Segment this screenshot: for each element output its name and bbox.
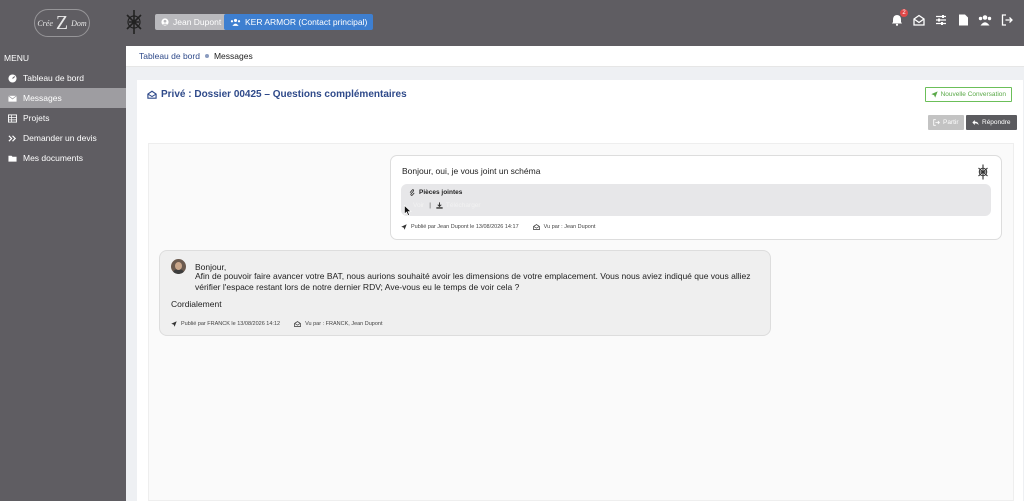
brand-logo[interactable]: Crée Z Dom [34, 9, 90, 37]
attachments-label: Pièces jointes [419, 189, 463, 196]
sidebar-item-label: Tableau de bord [23, 73, 84, 83]
conversation-title-text: Privé : Dossier 00425 – Questions complé… [161, 89, 407, 100]
double-chevron-icon [8, 134, 17, 142]
top-bar: Crée Z Dom Jean Dupont KER ARMOR (Contac… [0, 0, 1024, 46]
conversation-card: Privé : Dossier 00425 – Questions complé… [137, 80, 1023, 501]
seen-text: Vu par : Jean Dupont [543, 224, 596, 230]
settings-button[interactable] [934, 13, 948, 27]
published-info: Publié par FRANCK le 13/08/2026 14:12 [171, 321, 280, 327]
sidebar-item-messages[interactable]: Messages [0, 88, 126, 108]
user-circle-icon [161, 18, 169, 26]
reply-button[interactable]: Répondre [966, 115, 1017, 130]
users-icon [230, 18, 241, 26]
envelope-open-icon [913, 14, 925, 26]
user-button[interactable]: Jean Dupont [155, 14, 228, 30]
file-icon [958, 14, 968, 26]
folder-icon [8, 155, 17, 162]
published-text: Publié par Jean Dupont le 13/08/2026 14:… [411, 224, 519, 230]
sidebar-item-quote[interactable]: Demander un devis [0, 128, 126, 148]
header-actions: 2 [890, 9, 1014, 27]
logo-text-left: Crée [37, 18, 53, 28]
seen-info: Vu par : FRANCK, Jean Dupont [294, 321, 383, 327]
envelope-open-icon [294, 321, 301, 327]
new-conversation-label: Nouvelle Conversation [940, 91, 1006, 98]
message-signature: Cordialement [171, 299, 222, 309]
emblem-icon [126, 10, 142, 34]
envelope-icon [8, 95, 17, 102]
sidebar-item-projects[interactable]: Projets [0, 108, 126, 128]
reply-label: Répondre [982, 119, 1011, 126]
envelope-open-icon [532, 224, 540, 230]
sliders-icon [936, 15, 946, 25]
new-conversation-button[interactable]: Nouvelle Conversation [924, 87, 1012, 102]
sidebar-item-label: Demander un devis [23, 133, 97, 143]
organization-button[interactable]: KER ARMOR (Contact principal) [224, 14, 374, 30]
attachments-panel: Pièces jointes Voir | Télécharger [401, 184, 991, 216]
message-outgoing: Bonjour, oui, je vous joint un schéma Pi… [390, 155, 1002, 240]
breadcrumb: Tableau de bord Messages [126, 46, 1024, 67]
attachments-title: Pièces jointes [409, 189, 462, 196]
sidebar-item-label: Messages [23, 93, 62, 103]
emblem-icon [978, 164, 988, 180]
message-text: Bonjour, oui, je vous joint un schéma [402, 166, 541, 176]
message-meta: Publié par Jean Dupont le 13/08/2026 14:… [401, 224, 595, 230]
sidebar-title: MENU [4, 53, 30, 63]
avatar-face [175, 262, 182, 270]
leave-label: Partir [943, 119, 959, 126]
attachment-row: Voir | Télécharger [413, 202, 481, 209]
download-label: Télécharger [445, 202, 481, 209]
breadcrumb-root-link[interactable]: Tableau de bord [139, 51, 200, 61]
logo-monogram: Z [55, 12, 69, 34]
logout-button[interactable] [1000, 13, 1014, 27]
sidebar-item-dashboard[interactable]: Tableau de bord [0, 68, 126, 88]
organization-label: KER ARMOR (Contact principal) [245, 17, 368, 27]
user-name: Jean Dupont [173, 17, 222, 27]
mouse-cursor-icon [404, 205, 412, 216]
users-icon [978, 15, 992, 26]
paperclip-icon [409, 189, 415, 196]
message-meta: Publié par FRANCK le 13/08/2026 14:12 Vu… [171, 321, 383, 327]
notifications-button[interactable]: 2 [890, 9, 908, 27]
published-info: Publié par Jean Dupont le 13/08/2026 14:… [401, 224, 519, 230]
attachment-view-link[interactable]: Voir [413, 202, 424, 209]
seen-info: Vu par : Jean Dupont [532, 224, 596, 230]
attachment-download-link[interactable]: Télécharger [436, 202, 481, 209]
conversation-title: Privé : Dossier 00425 – Questions complé… [147, 89, 407, 100]
dashboard-icon [8, 73, 17, 83]
envelope-open-icon [147, 90, 157, 99]
paper-plane-icon [401, 224, 407, 230]
breadcrumb-separator [204, 54, 209, 58]
table-icon [8, 113, 17, 123]
sign-out-icon [933, 119, 940, 126]
leave-button[interactable]: Partir [928, 115, 964, 130]
message-thread: Bonjour, oui, je vous joint un schéma Pi… [148, 143, 1014, 501]
reply-icon [972, 120, 979, 126]
team-button[interactable] [978, 13, 992, 27]
paper-plane-icon [171, 321, 177, 327]
avatar [171, 259, 186, 274]
attachment-separator: | [429, 202, 431, 209]
download-icon [436, 202, 443, 209]
sidebar-item-label: Projets [23, 113, 50, 123]
sidebar: MENU Tableau de bord Messages Projets De… [0, 46, 126, 501]
notification-badge: 2 [900, 9, 908, 17]
breadcrumb-current: Messages [213, 51, 253, 61]
paper-plane-icon [930, 91, 938, 98]
messages-button[interactable] [912, 13, 926, 27]
logo-text-right: Dom [71, 18, 87, 28]
sidebar-item-documents[interactable]: Mes documents [0, 148, 126, 168]
message-body: Afin de pouvoir faire avancer votre BAT,… [195, 271, 751, 292]
published-text: Publié par FRANCK le 13/08/2026 14:12 [181, 321, 281, 327]
sidebar-item-label: Mes documents [23, 153, 83, 163]
seen-text: Vu par : FRANCK, Jean Dupont [305, 321, 383, 327]
logout-icon [1001, 14, 1013, 26]
message-incoming: Bonjour, Afin de pouvoir faire avancer v… [159, 250, 771, 336]
documents-button[interactable] [956, 13, 970, 27]
